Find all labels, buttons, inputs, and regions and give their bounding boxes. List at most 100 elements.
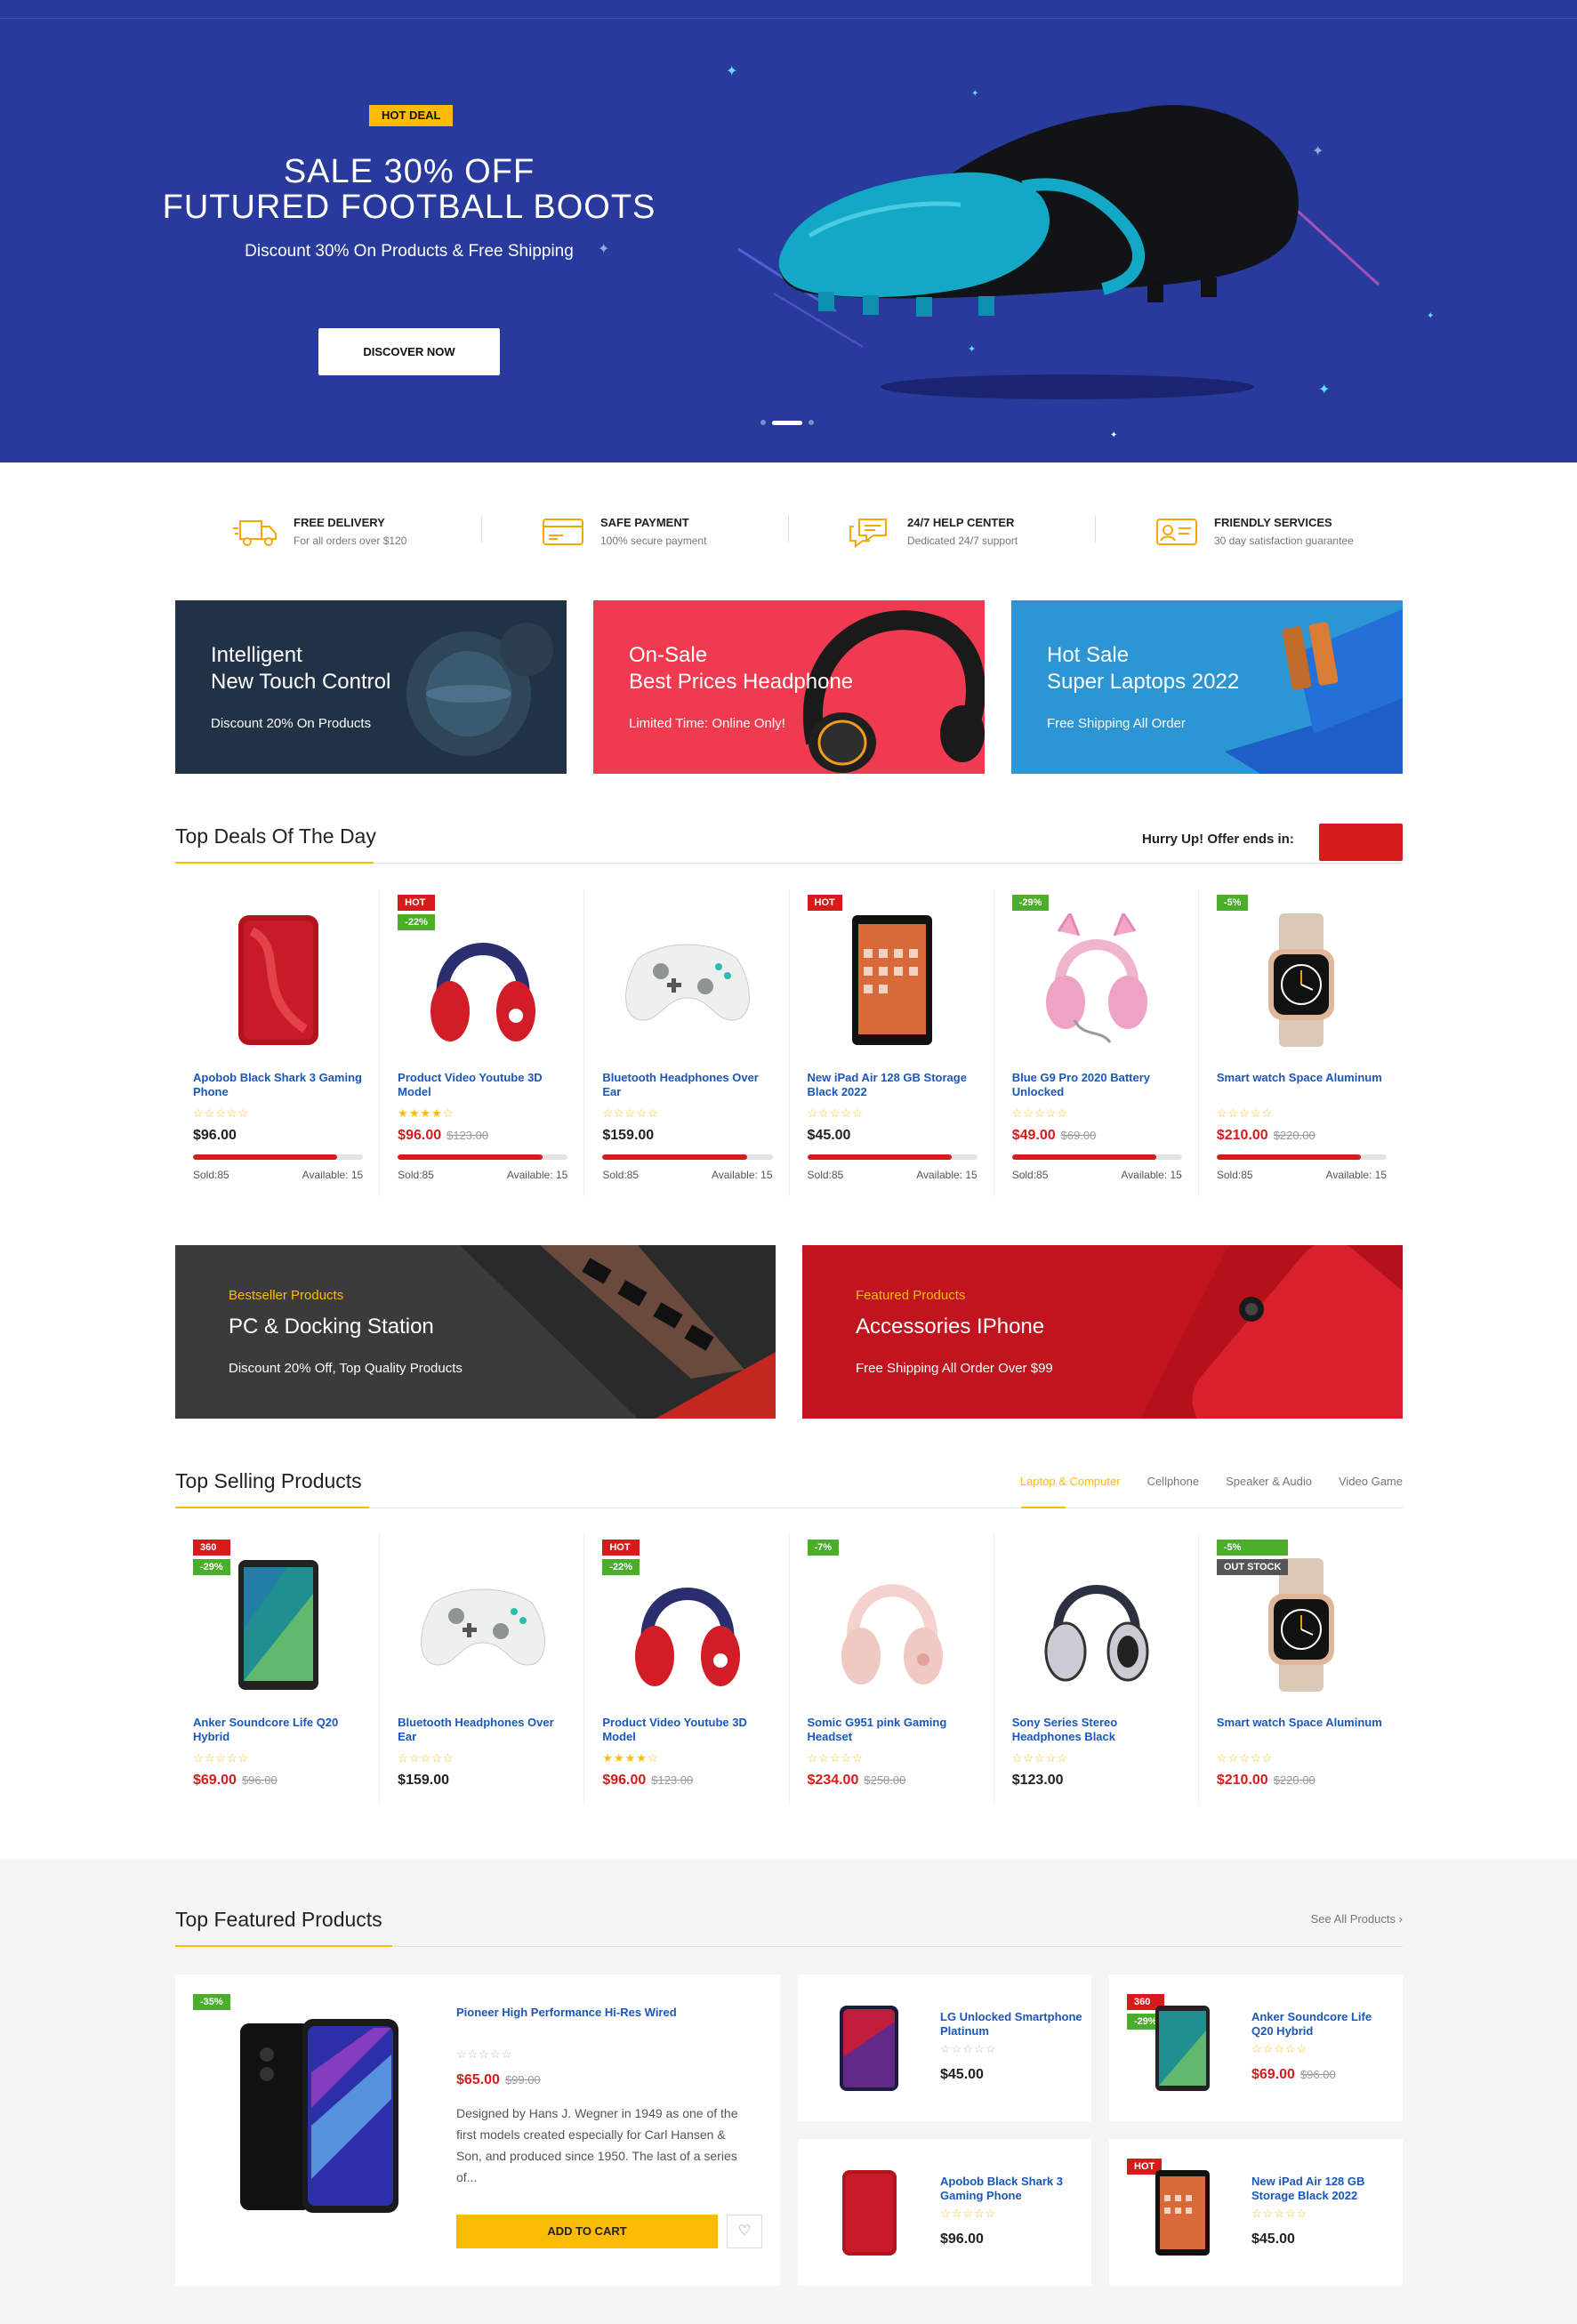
- product-price: $96.00: [602, 1773, 647, 1788]
- product-price: $45.00: [1251, 2232, 1295, 2247]
- deal-product-card[interactable]: Apobob Black Shark 3 Gaming Phone ☆☆☆☆☆ …: [175, 889, 381, 1196]
- product-name[interactable]: New iPad Air 128 GB Storage Black 2022: [1251, 2175, 1394, 2203]
- rating-stars: ☆☆☆☆☆: [807, 1751, 864, 1765]
- selling-product-card[interactable]: HOT -22% Product Video Youtube 3D Model ★…: [584, 1534, 790, 1805]
- slider-dot[interactable]: [760, 420, 766, 425]
- product-name[interactable]: New iPad Air 128 GB Storage Black 2022: [808, 1071, 978, 1101]
- game-controller-image: [625, 944, 750, 1021]
- hot-badge: HOT: [398, 895, 435, 911]
- iphone-case-image: [1140, 1245, 1403, 1419]
- tab-cellphone[interactable]: Cellphone: [1147, 1475, 1200, 1488]
- promo-banner-laptops[interactable]: Hot Sale Super Laptops 2022 Free Shippin…: [1011, 600, 1403, 774]
- sparkle-icon: ✦: [1318, 382, 1331, 398]
- product-name[interactable]: Apobob Black Shark 3 Gaming Phone: [940, 2175, 1082, 2203]
- banner-line3: Free Shipping All Order: [1047, 716, 1186, 731]
- tablet-image: [852, 915, 933, 1045]
- laptop-keyboard-image: [460, 1245, 776, 1419]
- service-subtitle: 30 day satisfaction guarantee: [1214, 535, 1354, 547]
- banner-accessories-iphone[interactable]: Featured Products Accessories IPhone Fre…: [802, 1245, 1403, 1419]
- discount-badge: -7%: [807, 1540, 840, 1556]
- old-price: $220.00: [1273, 1773, 1316, 1787]
- banner-kicker: Featured Products: [856, 1288, 966, 1303]
- product-name[interactable]: Anker Soundcore Life Q20 Hybrid: [193, 1716, 363, 1746]
- product-name[interactable]: Smart watch Space Aluminum: [1217, 1071, 1387, 1101]
- selling-product-card[interactable]: 360 -29% Anker Soundcore Life Q20 Hybrid …: [175, 1534, 381, 1805]
- tablet-image: [237, 1560, 318, 1690]
- selling-product-card[interactable]: -5% OUT STOCK Smart watch Space Aluminum …: [1199, 1534, 1403, 1805]
- available-count: Available: 15: [916, 1169, 978, 1181]
- tab-video-game[interactable]: Video Game: [1339, 1475, 1403, 1488]
- featured-title: Top Featured Products: [175, 1908, 382, 1931]
- sold-progress-fill: [398, 1154, 543, 1160]
- credit-card-icon: [543, 518, 583, 545]
- service-features: FREE DELIVERY For all orders over $120 SA…: [175, 498, 1403, 565]
- see-all-label: See All Products: [1310, 1912, 1396, 1926]
- rating-stars: ☆☆☆☆☆: [940, 2207, 997, 2220]
- product-price: $45.00: [940, 2067, 984, 2082]
- discover-now-button[interactable]: DISCOVER NOW: [318, 328, 500, 375]
- slider-dot-active[interactable]: [772, 420, 802, 425]
- phone-image: [237, 915, 318, 1045]
- banner-line3: Discount 20% On Products: [211, 716, 372, 731]
- banner-subtitle: Discount 20% Off, Top Quality Products: [229, 1361, 463, 1376]
- product-name[interactable]: Apobob Black Shark 3 Gaming Phone: [193, 1071, 363, 1101]
- sparkle-icon: ✦: [971, 89, 979, 99]
- product-name[interactable]: Smart watch Space Aluminum: [1217, 1716, 1387, 1746]
- selling-product-card[interactable]: Sony Series Stereo Headphones Black ☆☆☆☆…: [994, 1534, 1199, 1805]
- selling-title-underline: [175, 1507, 369, 1508]
- wishlist-heart-icon[interactable]: ♡: [727, 2215, 762, 2248]
- see-all-products-link[interactable]: See All Products ›: [1311, 1912, 1403, 1926]
- deals-grid: Apobob Black Shark 3 Gaming Phone ☆☆☆☆☆ …: [175, 889, 1403, 1196]
- deal-product-card[interactable]: HOT -22% Product Video Youtube 3D Model ★…: [380, 889, 585, 1196]
- featured-item-card[interactable]: HOT New iPad Air 128 GB Storage Black 20…: [1109, 2139, 1403, 2286]
- hero-title-line1: SALE 30% OFF: [283, 153, 535, 190]
- banner-pc-docking[interactable]: Bestseller Products PC & Docking Station…: [175, 1245, 776, 1419]
- add-to-cart-button[interactable]: ADD TO CART: [456, 2215, 718, 2248]
- hot-badge: HOT: [807, 895, 842, 911]
- banner-subtitle: Free Shipping All Order Over $99: [856, 1361, 1053, 1376]
- deal-product-card[interactable]: Bluetooth Headphones Over Ear ☆☆☆☆☆ $159…: [584, 889, 790, 1196]
- rating-stars: ☆☆☆☆☆: [1251, 2207, 1308, 2220]
- deal-product-card[interactable]: -5% Smart watch Space Aluminum ☆☆☆☆☆ $21…: [1199, 889, 1403, 1196]
- product-name[interactable]: Somic G951 pink Gaming Headset: [808, 1716, 978, 1746]
- promo-banner-headphone[interactable]: On-Sale Best Prices Headphone Limited Ti…: [593, 600, 985, 774]
- rating-stars: ☆☆☆☆☆: [940, 2042, 997, 2055]
- sold-progress-bar: [602, 1154, 773, 1160]
- product-name[interactable]: Bluetooth Headphones Over Ear: [398, 1716, 567, 1746]
- smart-watch-image: [1268, 913, 1335, 1047]
- slider-dot[interactable]: [809, 420, 814, 425]
- product-name[interactable]: Blue G9 Pro 2020 Battery Unlocked: [1012, 1071, 1182, 1101]
- featured-title-underline: [175, 1945, 392, 1947]
- product-price: $96.00: [398, 1128, 442, 1143]
- selling-product-card[interactable]: -7% Somic G951 pink Gaming Headset ☆☆☆☆☆…: [790, 1534, 994, 1805]
- product-name[interactable]: Product Video Youtube 3D Model: [602, 1716, 772, 1746]
- sold-progress-fill: [1216, 1154, 1362, 1160]
- product-name[interactable]: Bluetooth Headphones Over Ear: [602, 1071, 772, 1101]
- product-name[interactable]: LG Unlocked Smartphone Platinum: [940, 2010, 1082, 2039]
- featured-item-card[interactable]: 360 -29% Anker Soundcore Life Q20 Hybrid …: [1109, 1974, 1403, 2121]
- promo-banner-touch-control[interactable]: Intelligent New Touch Control Discount 2…: [175, 600, 567, 774]
- deals-title: Top Deals Of The Day: [175, 824, 376, 848]
- tab-speaker-audio[interactable]: Speaker & Audio: [1226, 1475, 1312, 1488]
- featured-item-card[interactable]: Apobob Black Shark 3 Gaming Phone ☆☆☆☆☆ …: [798, 2139, 1091, 2286]
- banner-line2: New Touch Control: [211, 670, 391, 694]
- rating-stars: ☆☆☆☆☆: [602, 1106, 659, 1120]
- hero-subtitle: Discount 30% On Products & Free Shipping: [245, 242, 574, 261]
- sold-count: Sold:85: [602, 1169, 640, 1181]
- slider-dots[interactable]: [760, 420, 814, 425]
- featured-main-name[interactable]: Pioneer High Performance Hi-Res Wired: [456, 2006, 677, 2019]
- tablet-image: [1155, 2170, 1210, 2256]
- product-name[interactable]: Anker Soundcore Life Q20 Hybrid: [1251, 2010, 1394, 2039]
- product-name[interactable]: Sony Series Stereo Headphones Black: [1012, 1716, 1182, 1746]
- service-help-center: 24/7 HELP CENTER Dedicated 24/7 support: [789, 498, 1096, 565]
- selling-product-card[interactable]: Bluetooth Headphones Over Ear ☆☆☆☆☆ $159…: [380, 1534, 585, 1805]
- product-name[interactable]: Product Video Youtube 3D Model: [398, 1071, 567, 1101]
- banner-title: Accessories IPhone: [856, 1315, 1045, 1339]
- deal-product-card[interactable]: HOT New iPad Air 128 GB Storage Black 20…: [790, 889, 994, 1196]
- featured-item-card[interactable]: LG Unlocked Smartphone Platinum ☆☆☆☆☆ $4…: [798, 1974, 1091, 2121]
- old-price: $123.00: [651, 1773, 694, 1787]
- product-price: $49.00: [1011, 1128, 1056, 1143]
- deal-product-card[interactable]: -29% Blue G9 Pro 2020 Battery Unlocked ☆…: [994, 889, 1199, 1196]
- old-price: $96.00: [241, 1773, 278, 1787]
- tab-laptop-computer[interactable]: Laptop & Computer: [1020, 1475, 1121, 1488]
